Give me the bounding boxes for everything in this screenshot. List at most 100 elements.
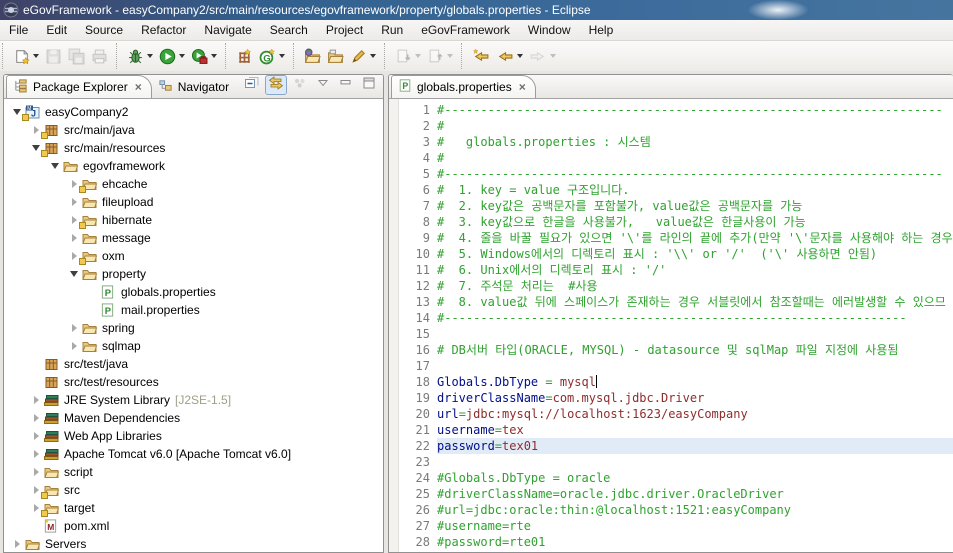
run-external-tools-button[interactable] — [189, 47, 219, 66]
editor-line-19[interactable]: 19driverClassName=com.mysql.jdbc.Driver — [389, 390, 953, 406]
editor-line-26[interactable]: 26#url=jdbc:oracle:thin:@localhost:1521:… — [389, 502, 953, 518]
minimize-view-button[interactable] — [336, 76, 356, 94]
editor-line-20[interactable]: 20url=jdbc:mysql://localhost:1623/easyCo… — [389, 406, 953, 422]
tree-item-property[interactable]: property — [4, 265, 383, 283]
debug-button[interactable] — [125, 47, 155, 66]
editor-line-13[interactable]: 13# 8. value값 뒤에 스페이스가 존재하는 경우 서블릿에서 참조할… — [389, 294, 953, 310]
tree-item-src[interactable]: src — [4, 481, 383, 499]
tree-item-src-test-java[interactable]: src/test/java — [4, 355, 383, 373]
new-java-ee-wizard-button[interactable] — [234, 47, 255, 66]
expand-arrow-icon[interactable] — [29, 396, 43, 404]
dropdown-arrow-icon[interactable] — [550, 54, 556, 58]
expand-arrow-icon[interactable] — [29, 450, 43, 458]
expand-arrow-icon[interactable] — [29, 468, 43, 476]
editor-line-4[interactable]: 4# — [389, 150, 953, 166]
editor-line-11[interactable]: 11# 6. Unix에서의 디렉토리 표시 : '/' — [389, 262, 953, 278]
run-button[interactable] — [157, 47, 187, 66]
last-edit-location-button[interactable] — [470, 47, 492, 66]
dropdown-arrow-icon[interactable] — [517, 54, 523, 58]
dropdown-arrow-icon[interactable] — [447, 54, 453, 58]
tree-item-message[interactable]: message — [4, 229, 383, 247]
tree-item-sqlmap[interactable]: sqlmap — [4, 337, 383, 355]
tree-item-jre-system-library[interactable]: JRE System Library[J2SE-1.5] — [4, 391, 383, 409]
dropdown-arrow-icon[interactable] — [211, 54, 217, 58]
dropdown-arrow-icon[interactable] — [33, 54, 39, 58]
editor-line-27[interactable]: 27#username=rte — [389, 518, 953, 534]
menu-project[interactable]: Project — [317, 21, 372, 39]
expand-arrow-icon[interactable] — [67, 234, 81, 242]
tree-item-target[interactable]: target — [4, 499, 383, 517]
menu-run[interactable]: Run — [372, 21, 412, 39]
editor-line-3[interactable]: 3# globals.properties : 시스템 — [389, 134, 953, 150]
tree-item-web-app-libraries[interactable]: Web App Libraries — [4, 427, 383, 445]
tree-item-servers[interactable]: Servers — [4, 535, 383, 553]
menu-refactor[interactable]: Refactor — [132, 21, 195, 39]
open-folder-button[interactable] — [325, 47, 346, 66]
editor-line-9[interactable]: 9# 4. 줄을 바꿀 필요가 있으면 '\'를 라인의 끝에 추가(만약 '\… — [389, 230, 953, 246]
gwt-compile-button[interactable]: G — [257, 47, 287, 66]
link-with-editor-button[interactable] — [265, 75, 287, 95]
maximize-view-button[interactable] — [359, 76, 379, 94]
tree-item-maven-dependencies[interactable]: Maven Dependencies — [4, 409, 383, 427]
new-button[interactable] — [11, 47, 41, 66]
expand-arrow-icon[interactable] — [67, 271, 81, 277]
expand-arrow-icon[interactable] — [67, 324, 81, 332]
expand-arrow-icon[interactable] — [29, 414, 43, 422]
tree-item-mail-properties[interactable]: Pmail.properties — [4, 301, 383, 319]
close-tab-icon[interactable]: × — [519, 80, 526, 94]
tree-item-pom-xml[interactable]: Mpom.xml — [4, 517, 383, 535]
tree-item-src-test-resources[interactable]: src/test/resources — [4, 373, 383, 391]
text-editor[interactable]: 1#--------------------------------------… — [389, 99, 953, 552]
editor-line-10[interactable]: 10# 5. Windows에서의 디렉토리 표시 : '\\' or '/' … — [389, 246, 953, 262]
editor-line-18[interactable]: 18Globals.DbType = mysql — [389, 374, 953, 390]
menu-window[interactable]: Window — [519, 21, 580, 39]
collapse-all-button[interactable] — [242, 76, 262, 94]
editor-line-12[interactable]: 12# 7. 주석문 처리는 #사용 — [389, 278, 953, 294]
editor-line-25[interactable]: 25#driverClassName=oracle.jdbc.driver.Or… — [389, 486, 953, 502]
editor-line-24[interactable]: 24#Globals.DbType = oracle — [389, 470, 953, 486]
dropdown-arrow-icon[interactable] — [279, 54, 285, 58]
editor-line-16[interactable]: 16# DB서버 타입(ORACLE, MYSQL) - datasource … — [389, 342, 953, 358]
view-chevron-button[interactable] — [313, 76, 333, 94]
open-java-resource-button[interactable] — [302, 47, 323, 66]
tab-navigator[interactable]: Navigator — [152, 76, 238, 98]
menu-egovframework[interactable]: eGovFramework — [412, 21, 519, 39]
editor-line-1[interactable]: 1#--------------------------------------… — [389, 102, 953, 118]
editor-line-15[interactable]: 15 — [389, 326, 953, 342]
tree-item-src-main-resources[interactable]: src/main/resources — [4, 139, 383, 157]
menu-help[interactable]: Help — [580, 21, 623, 39]
expand-arrow-icon[interactable] — [67, 342, 81, 350]
menu-source[interactable]: Source — [76, 21, 132, 39]
tree-item-hibernate[interactable]: hibernate — [4, 211, 383, 229]
editor-line-6[interactable]: 6# 1. key = value 구조입니다. — [389, 182, 953, 198]
menu-file[interactable]: File — [0, 21, 37, 39]
editor-line-14[interactable]: 14#-------------------------------------… — [389, 310, 953, 326]
expand-arrow-icon[interactable] — [10, 540, 24, 548]
menu-navigate[interactable]: Navigate — [195, 21, 260, 39]
back-button[interactable] — [494, 47, 525, 66]
menu-search[interactable]: Search — [261, 21, 317, 39]
menu-edit[interactable]: Edit — [37, 21, 76, 39]
editor-line-22[interactable]: 22password=tex01 — [389, 438, 953, 454]
dropdown-arrow-icon[interactable] — [179, 54, 185, 58]
tree-item-easycompany2[interactable]: JMeasyCompany2 — [4, 103, 383, 121]
tree-item-egovframework[interactable]: egovframework — [4, 157, 383, 175]
dropdown-arrow-icon[interactable] — [147, 54, 153, 58]
tree-item-src-main-java[interactable]: src/main/java — [4, 121, 383, 139]
editor-line-28[interactable]: 28#password=rte01 — [389, 534, 953, 550]
tree-item-oxm[interactable]: oxm — [4, 247, 383, 265]
tab-package-explorer[interactable]: Package Explorer × — [6, 75, 152, 98]
tab-globals-properties[interactable]: P globals.properties × — [391, 75, 536, 98]
close-tab-icon[interactable]: × — [135, 80, 142, 94]
editor-line-2[interactable]: 2# — [389, 118, 953, 134]
editor-line-5[interactable]: 5#--------------------------------------… — [389, 166, 953, 182]
tree-item-fileupload[interactable]: fileupload — [4, 193, 383, 211]
tree-item-globals-properties[interactable]: Pglobals.properties — [4, 283, 383, 301]
editor-line-7[interactable]: 7# 2. key값은 공백문자를 포함불가, value값은 공백문자를 가능 — [389, 198, 953, 214]
expand-arrow-icon[interactable] — [67, 198, 81, 206]
tree-item-ehcache[interactable]: ehcache — [4, 175, 383, 193]
mark-occurrences-button[interactable] — [348, 47, 378, 66]
tree-item-spring[interactable]: spring — [4, 319, 383, 337]
tree-item-script[interactable]: script — [4, 463, 383, 481]
dropdown-arrow-icon[interactable] — [415, 54, 421, 58]
